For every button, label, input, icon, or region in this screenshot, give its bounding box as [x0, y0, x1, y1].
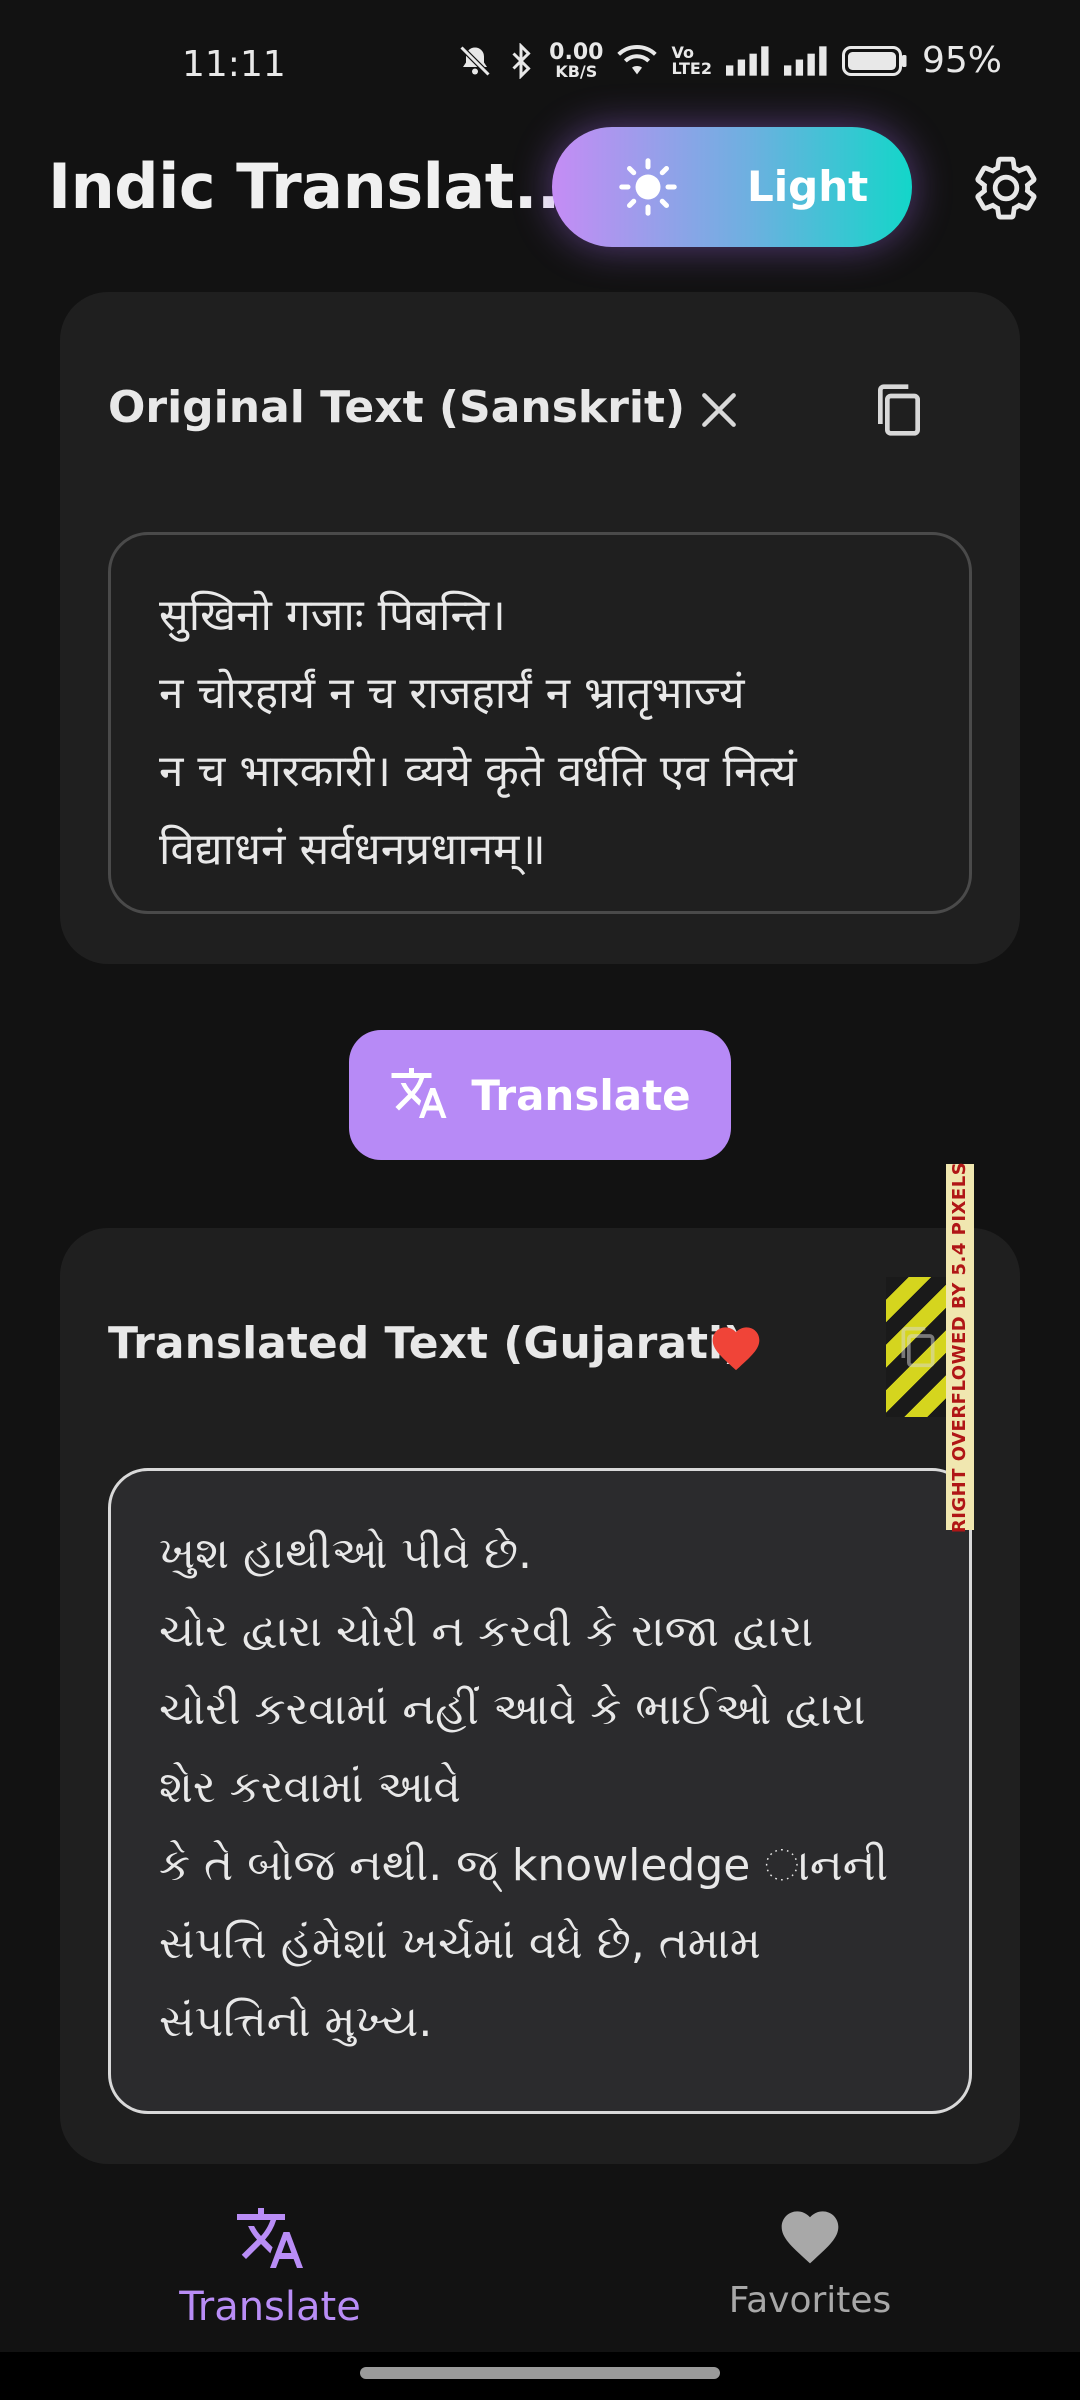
signal-icon	[725, 45, 770, 76]
copy-icon	[896, 1323, 940, 1375]
bluetooth-icon	[507, 42, 535, 79]
original-text-input[interactable]: सुखिनो गजाः पिबन्ति। न चोरहार्यं न च राज…	[108, 532, 972, 914]
status-time: 11:11	[182, 44, 286, 85]
app-title: Indic Translat...	[48, 150, 584, 223]
battery-percent: 95%	[921, 40, 1002, 81]
theme-toggle-label: Light	[747, 162, 869, 211]
gear-icon	[970, 156, 1042, 228]
heart-icon	[708, 1320, 764, 1376]
bottom-navigation: Translate Favorites	[0, 2186, 1080, 2352]
settings-button[interactable]	[970, 152, 1042, 224]
theme-toggle-button[interactable]: Light	[552, 127, 912, 247]
translated-text-output: ખુશ હાથીઓ પીવે છે. ચોર દ્વારા ચોરી ન કરવ…	[108, 1468, 972, 2114]
translate-icon	[234, 2202, 306, 2278]
network-speed: 0.00 KB/S	[549, 39, 604, 81]
net-speed-unit: KB/S	[555, 61, 598, 81]
home-indicator[interactable]	[360, 2367, 720, 2379]
translate-button[interactable]: Translate	[349, 1030, 731, 1160]
translated-text-card: Translated Text (Gujarati) ખુશ હાથીઓ પીવ…	[60, 1228, 1020, 2164]
mute-bell-icon	[457, 43, 493, 79]
translate-icon	[389, 1063, 449, 1127]
nav-item-favorites[interactable]: Favorites	[660, 2202, 960, 2321]
nav-item-translate[interactable]: Translate	[120, 2202, 420, 2330]
overflow-warning-text: RIGHT OVERFLOWED BY 5.4 PIXELS	[949, 1161, 971, 1533]
heart-icon	[776, 2202, 844, 2270]
screen: 11:11 0.00 KB/S Vo LTE2 95% Indic Transl…	[0, 0, 1080, 2400]
nav-label-favorites: Favorites	[728, 2280, 892, 2321]
close-icon	[697, 388, 741, 436]
overflow-warning: RIGHT OVERFLOWED BY 5.4 PIXELS	[946, 1161, 974, 1533]
nav-label-translate: Translate	[179, 2284, 361, 2330]
favorite-button[interactable]	[700, 1312, 772, 1384]
copy-icon	[871, 382, 927, 442]
copy-original-button[interactable]	[863, 376, 935, 448]
original-text-card: Original Text (Sanskrit) सुखिनो गजाः पिब…	[60, 292, 1020, 964]
net-speed-value: 0.00	[549, 39, 604, 65]
status-icons: 0.00 KB/S Vo LTE2 95%	[457, 40, 1002, 81]
sun-icon	[618, 157, 678, 217]
signal-icon	[783, 45, 828, 76]
translated-text-title: Translated Text (Gujarati)	[108, 1318, 744, 1369]
status-bar: 11:11 0.00 KB/S Vo LTE2 95%	[0, 0, 1080, 130]
volte-indicator: Vo LTE2	[671, 44, 712, 78]
original-text-title: Original Text (Sanskrit)	[108, 382, 686, 433]
copy-translated-button[interactable]	[886, 1277, 946, 1417]
battery-icon	[841, 45, 908, 77]
wifi-icon	[617, 44, 658, 78]
volte-bottom: LTE2	[671, 58, 712, 78]
clear-button[interactable]	[683, 376, 755, 448]
translate-button-label: Translate	[471, 1070, 691, 1120]
